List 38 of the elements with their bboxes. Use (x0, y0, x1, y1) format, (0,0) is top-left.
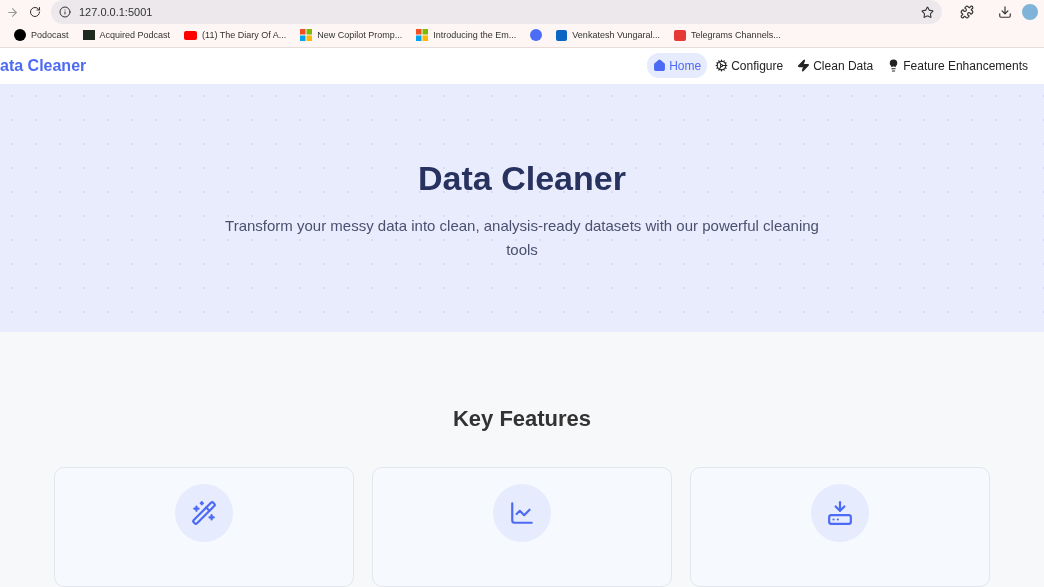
bookmark[interactable]: Podocast (14, 28, 69, 43)
bookmark[interactable]: Acquired Podcast (82, 28, 171, 43)
circle-logo-icon (14, 29, 26, 42)
line-chart-icon (509, 500, 535, 526)
social-logo-icon (556, 29, 568, 41)
url-text: 127.0.0.1:5001 (79, 4, 154, 20)
download-icon (827, 500, 853, 526)
wand-icon (191, 500, 217, 526)
bookmark[interactable] (530, 29, 543, 42)
bookmark[interactable]: New Copilot Promp... (300, 28, 403, 43)
brand-title[interactable]: ata Cleaner (0, 53, 87, 78)
square-logo-icon (674, 29, 687, 41)
tiles-icon (300, 29, 313, 42)
circle-logo-icon (530, 29, 543, 42)
star-icon[interactable] (921, 5, 934, 19)
hero-subtitle: Transform your messy data into clean, analysis-ready datasets with our powerful cleaning tools (224, 215, 820, 260)
nav-link[interactable]: Configure (709, 53, 790, 79)
section-title: Key Features (452, 405, 592, 433)
forward-icon[interactable] (6, 5, 19, 19)
bookmark[interactable]: Venkatesh Vungaral... (556, 28, 661, 43)
home-icon (653, 59, 667, 73)
nav-link[interactable]: Feature Enhancements (881, 53, 1034, 79)
nav-link[interactable]: Home (647, 53, 708, 79)
bolt-icon (797, 59, 811, 73)
extensions-icon[interactable] (960, 5, 974, 20)
play-icon (184, 30, 198, 40)
bookmark[interactable]: Introducing the Em... (416, 28, 517, 43)
gears-icon (715, 59, 729, 73)
nav-link[interactable]: Clean Data (791, 53, 880, 79)
hero-title: Data Cleaner (418, 157, 626, 198)
reload-icon[interactable] (29, 6, 41, 19)
bookmark[interactable]: (11) The Diary Of A... (184, 28, 287, 43)
address-bar[interactable]: 127.0.0.1:5001 (51, 0, 942, 25)
info-icon (59, 6, 71, 19)
bookmark[interactable]: Telegrams Channels... (674, 28, 781, 43)
tiles-icon (416, 29, 429, 42)
download-icon[interactable] (998, 5, 1012, 20)
dark-logo-icon (82, 30, 95, 41)
